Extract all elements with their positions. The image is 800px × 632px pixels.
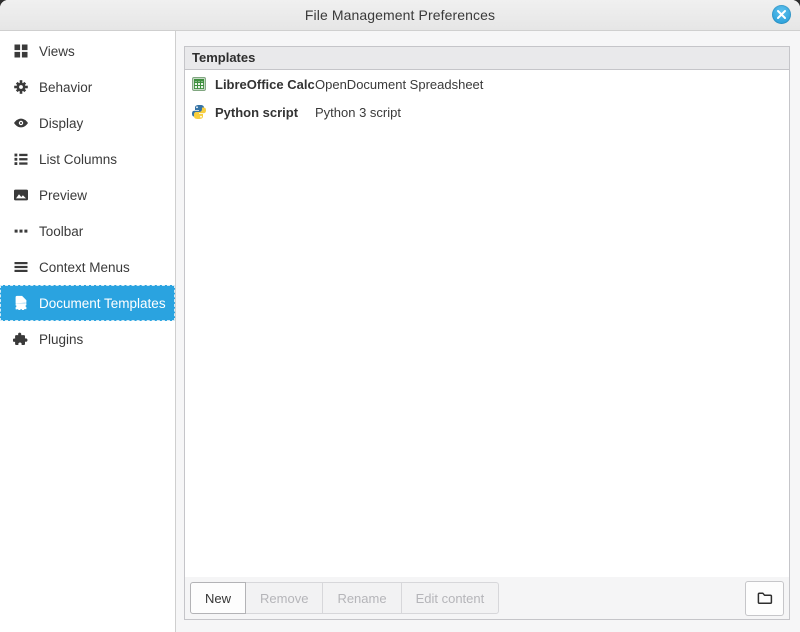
sidebar-item-label: Display bbox=[39, 116, 83, 131]
template-actions-group: New Remove Rename Edit content bbox=[190, 582, 499, 614]
libreoffice-calc-icon bbox=[191, 76, 207, 92]
open-templates-folder-button[interactable] bbox=[745, 581, 784, 616]
sidebar-item-label: Toolbar bbox=[39, 224, 83, 239]
sidebar-item-preview[interactable]: Preview bbox=[0, 177, 175, 213]
content-area: Templates LibreOffice Calc OpenDocument … bbox=[176, 31, 800, 632]
document-template-icon bbox=[13, 295, 29, 311]
titlebar: File Management Preferences bbox=[0, 0, 800, 31]
sidebar-item-document-templates[interactable]: Document Templates bbox=[0, 285, 175, 321]
sidebar-item-views[interactable]: Views bbox=[0, 33, 175, 69]
template-row-libreoffice-calc[interactable]: LibreOffice Calc OpenDocument Spreadshee… bbox=[185, 70, 789, 98]
dots-icon bbox=[13, 223, 29, 239]
remove-button[interactable]: Remove bbox=[245, 582, 323, 614]
sidebar-item-behavior[interactable]: Behavior bbox=[0, 69, 175, 105]
edit-content-button[interactable]: Edit content bbox=[401, 582, 500, 614]
sidebar-item-context-menus[interactable]: Context Menus bbox=[0, 249, 175, 285]
main-area: Views Behavior Display List Columns bbox=[0, 31, 800, 632]
templates-list: LibreOffice Calc OpenDocument Spreadshee… bbox=[185, 70, 789, 577]
preferences-window: File Management Preferences Views Behavi… bbox=[0, 0, 800, 632]
templates-panel: Templates LibreOffice Calc OpenDocument … bbox=[184, 46, 790, 620]
open-folder-icon bbox=[756, 589, 774, 607]
python-icon bbox=[191, 104, 207, 120]
template-description: OpenDocument Spreadsheet bbox=[315, 77, 483, 92]
list-icon bbox=[13, 151, 29, 167]
close-icon bbox=[776, 9, 787, 20]
template-name: Python script bbox=[215, 105, 315, 120]
sidebar-item-label: Preview bbox=[39, 188, 87, 203]
sidebar-item-label: Views bbox=[39, 44, 75, 59]
window-title: File Management Preferences bbox=[305, 7, 495, 23]
sidebar-item-label: List Columns bbox=[39, 152, 117, 167]
sidebar-item-list-columns[interactable]: List Columns bbox=[0, 141, 175, 177]
sidebar-item-display[interactable]: Display bbox=[0, 105, 175, 141]
sidebar-item-label: Document Templates bbox=[39, 296, 166, 311]
template-row-python-script[interactable]: Python script Python 3 script bbox=[185, 98, 789, 126]
rename-button[interactable]: Rename bbox=[322, 582, 401, 614]
sidebar-item-label: Plugins bbox=[39, 332, 83, 347]
template-description: Python 3 script bbox=[315, 105, 401, 120]
new-button[interactable]: New bbox=[190, 582, 246, 614]
sidebar-item-toolbar[interactable]: Toolbar bbox=[0, 213, 175, 249]
menu-icon bbox=[13, 259, 29, 275]
eye-icon bbox=[13, 115, 29, 131]
gear-icon bbox=[13, 79, 29, 95]
sidebar-item-label: Context Menus bbox=[39, 260, 130, 275]
close-button[interactable] bbox=[772, 5, 791, 24]
grid-icon bbox=[13, 43, 29, 59]
puzzle-icon bbox=[13, 331, 29, 347]
sidebar-item-label: Behavior bbox=[39, 80, 92, 95]
image-icon bbox=[13, 187, 29, 203]
templates-toolbar: New Remove Rename Edit content bbox=[185, 577, 789, 619]
sidebar: Views Behavior Display List Columns bbox=[0, 31, 176, 632]
template-name: LibreOffice Calc bbox=[215, 77, 315, 92]
sidebar-item-plugins[interactable]: Plugins bbox=[0, 321, 175, 357]
templates-column-header[interactable]: Templates bbox=[185, 47, 789, 70]
